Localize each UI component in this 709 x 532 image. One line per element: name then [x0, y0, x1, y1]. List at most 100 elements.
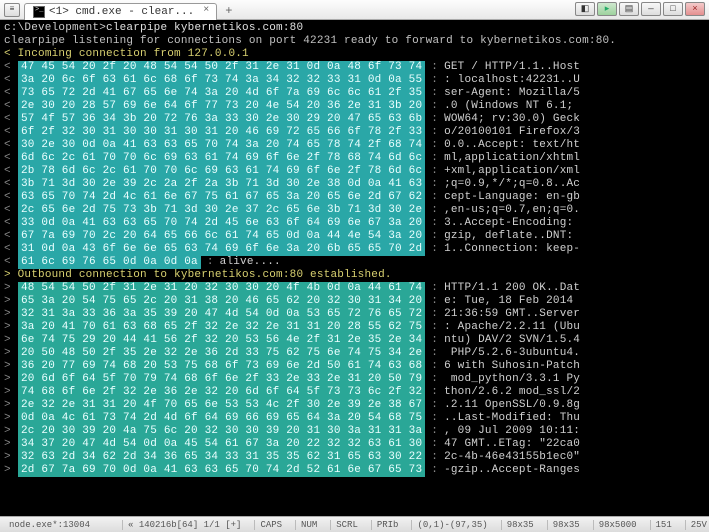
hex-separator: :	[425, 204, 444, 217]
hex-row: <3b 71 3d 30 2e 39 2c 2a 2f 2a 3b 71 3d …	[4, 178, 705, 191]
arrow-out-icon: >	[4, 295, 18, 308]
arrow-out-icon: >	[4, 321, 18, 334]
toolbar-button-3[interactable]: ▤	[619, 2, 639, 16]
hex-bytes: 20 6d 6f 64 5f 70 79 74 68 6f 6e 2f 33 2…	[18, 373, 425, 386]
status-scrl: SCRL	[330, 520, 363, 530]
hex-row: <3a 20 6c 6f 63 61 6c 68 6f 73 74 3a 34 …	[4, 74, 705, 87]
hex-row: >6e 74 75 29 20 44 41 56 2f 32 20 53 56 …	[4, 334, 705, 347]
hex-row: <67 7a 69 70 2c 20 64 65 66 6c 61 74 65 …	[4, 230, 705, 243]
toolbar-button-1[interactable]: ◧	[575, 2, 595, 16]
ascii-decode: cept-Language: en-gb	[444, 191, 580, 204]
ascii-decode: ntu) DAV/2 SVN/1.5.4	[444, 334, 580, 347]
hex-bytes: 30 2e 30 0d 0a 41 63 63 65 70 74 3a 20 7…	[18, 139, 425, 152]
ascii-decode: ser-Agent: Mozilla/5	[444, 87, 580, 100]
hex-bytes: 61 6c 69 76 65 0d 0a 0d 0a	[18, 256, 201, 269]
hex-row: >48 54 54 50 2f 31 2e 31 20 32 30 30 20 …	[4, 282, 705, 295]
ascii-decode: .2.11 OpenSSL/0.9.8g	[444, 399, 580, 412]
status-pos: (0,1)-(97,35)	[411, 520, 492, 530]
hex-row: >32 63 2d 34 62 2d 34 36 65 34 33 31 35 …	[4, 451, 705, 464]
tab-label: <1> cmd.exe - clear...	[49, 6, 194, 18]
hex-row: <57 4f 57 36 34 3b 20 72 76 3a 33 30 2e …	[4, 113, 705, 126]
outbound-header: > Outbound connection to kybernetikos.co…	[4, 269, 705, 282]
close-button[interactable]: ×	[685, 2, 705, 16]
hex-bytes: 33 0d 0a 41 63 63 65 70 74 2d 45 6e 63 6…	[18, 217, 425, 230]
ascii-decode: mod_python/3.3.1 Py	[444, 373, 580, 386]
arrow-out-icon: >	[4, 373, 18, 386]
prompt-line: c:\Development>clearpipe kybernetikos.co…	[4, 22, 705, 35]
ascii-decode: 3..Accept-Encoding:	[444, 217, 580, 230]
arrow-in-icon: <	[4, 178, 18, 191]
tab-close-icon[interactable]: ×	[200, 5, 212, 17]
maximize-button[interactable]: □	[663, 2, 683, 16]
outbound-hex-block: >48 54 54 50 2f 31 2e 31 20 32 30 30 20 …	[4, 282, 705, 477]
status-prib: PRIb	[371, 520, 404, 530]
arrow-out-icon: >	[4, 386, 18, 399]
hex-separator: :	[425, 100, 444, 113]
hex-row: <33 0d 0a 41 63 63 65 70 74 2d 45 6e 63 …	[4, 217, 705, 230]
arrow-out-icon: >	[4, 464, 18, 477]
arrow-in-icon: <	[4, 217, 18, 230]
ascii-decode: gzip, deflate..DNT:	[444, 230, 580, 243]
hex-separator: :	[425, 386, 444, 399]
hex-row: >2c 20 30 39 20 4a 75 6c 20 32 30 30 39 …	[4, 425, 705, 438]
hex-separator: :	[425, 74, 444, 87]
ascii-decode: 21:36:59 GMT..Server	[444, 308, 580, 321]
hex-row: <47 45 54 20 2f 20 48 54 54 50 2f 31 2e …	[4, 61, 705, 74]
hex-separator: :	[425, 399, 444, 412]
arrow-in-icon: <	[4, 74, 18, 87]
hex-separator: :	[425, 152, 444, 165]
hex-bytes: 48 54 54 50 2f 31 2e 31 20 32 30 30 20 4…	[18, 282, 425, 295]
hex-separator: :	[201, 256, 220, 269]
hex-row: <63 65 70 74 2d 4c 61 6e 67 75 61 67 65 …	[4, 191, 705, 204]
menu-button[interactable]: ≡	[4, 3, 20, 17]
hex-separator: :	[425, 360, 444, 373]
minimize-button[interactable]: —	[641, 2, 661, 16]
ascii-decode: 2c-4b-46e43155b1ec0"	[444, 451, 580, 464]
status-v: 151	[650, 520, 677, 530]
window-controls: ◧ ▸ ▤ — □ ×	[575, 2, 705, 16]
ascii-decode: WOW64; rv:30.0) Geck	[444, 113, 580, 126]
new-tab-button[interactable]: +	[219, 4, 238, 18]
ascii-decode: GET / HTTP/1.1..Host	[444, 61, 580, 74]
hex-bytes: 2e 30 20 28 57 69 6e 64 6f 77 73 20 4e 5…	[18, 100, 425, 113]
terminal-area[interactable]: c:\Development>clearpipe kybernetikos.co…	[0, 20, 709, 516]
incoming-header-text: Incoming connection from 127.0.0.1	[18, 48, 249, 60]
status-size[interactable]: « 140216b[64] 1/1 [+]	[122, 520, 246, 530]
status-process: node.exe*:13004	[4, 520, 95, 530]
hex-separator: :	[425, 373, 444, 386]
hex-separator: :	[425, 61, 444, 74]
tab-active[interactable]: <1> cmd.exe - clear... ×	[24, 3, 217, 20]
arrow-out-icon: >	[4, 334, 18, 347]
hex-row: >34 37 20 47 4d 54 0d 0a 45 54 61 67 3a …	[4, 438, 705, 451]
ascii-decode: +xml,application/xml	[444, 165, 580, 178]
ascii-decode: 6 with Suhosin-Patch	[444, 360, 580, 373]
ascii-decode: HTTP/1.1 200 OK..Dat	[444, 282, 580, 295]
hex-bytes: 3a 20 41 70 61 63 68 65 2f 32 2e 32 2e 3…	[18, 321, 425, 334]
arrow-in-icon: <	[4, 113, 18, 126]
arrow-out-icon: >	[4, 347, 18, 360]
hex-separator: :	[425, 295, 444, 308]
hex-row: >74 68 6f 6e 2f 32 2e 36 2e 32 20 6d 6f …	[4, 386, 705, 399]
hex-separator: :	[425, 165, 444, 178]
arrow-in-icon: <	[4, 126, 18, 139]
ascii-decode: : localhost:42231..U	[444, 74, 580, 87]
hex-row: <6d 6c 2c 61 70 70 6c 69 63 61 74 69 6f …	[4, 152, 705, 165]
listening-line: clearpipe listening for connections on p…	[4, 35, 705, 48]
hex-row: >32 31 3a 33 36 3a 35 39 20 47 4d 54 0d …	[4, 308, 705, 321]
hex-separator: :	[425, 321, 444, 334]
app-window: ≡ <1> cmd.exe - clear... × + ◧ ▸ ▤ — □ ×…	[0, 0, 709, 532]
hex-row: >3a 20 41 70 61 63 68 65 2f 32 2e 32 2e …	[4, 321, 705, 334]
hex-bytes: 73 65 72 2d 41 67 65 6e 74 3a 20 4d 6f 7…	[18, 87, 425, 100]
status-vpct: 25V	[685, 520, 709, 530]
hex-separator: :	[425, 178, 444, 191]
hex-row: >20 50 48 50 2f 35 2e 32 2e 36 2d 33 75 …	[4, 347, 705, 360]
arrow-in-icon: <	[4, 256, 18, 269]
hex-row: <73 65 72 2d 41 67 65 6e 74 3a 20 4d 6f …	[4, 87, 705, 100]
hex-row: >20 6d 6f 64 5f 70 79 74 68 6f 6e 2f 33 …	[4, 373, 705, 386]
toolbar-button-2[interactable]: ▸	[597, 2, 617, 16]
hex-row: >65 3a 20 54 75 65 2c 20 31 38 20 46 65 …	[4, 295, 705, 308]
hex-separator: :	[425, 412, 444, 425]
ascii-decode: 0.0..Accept: text/ht	[444, 139, 580, 152]
arrow-in-icon: <	[4, 139, 18, 152]
titlebar: ≡ <1> cmd.exe - clear... × + ◧ ▸ ▤ — □ ×	[0, 0, 709, 20]
